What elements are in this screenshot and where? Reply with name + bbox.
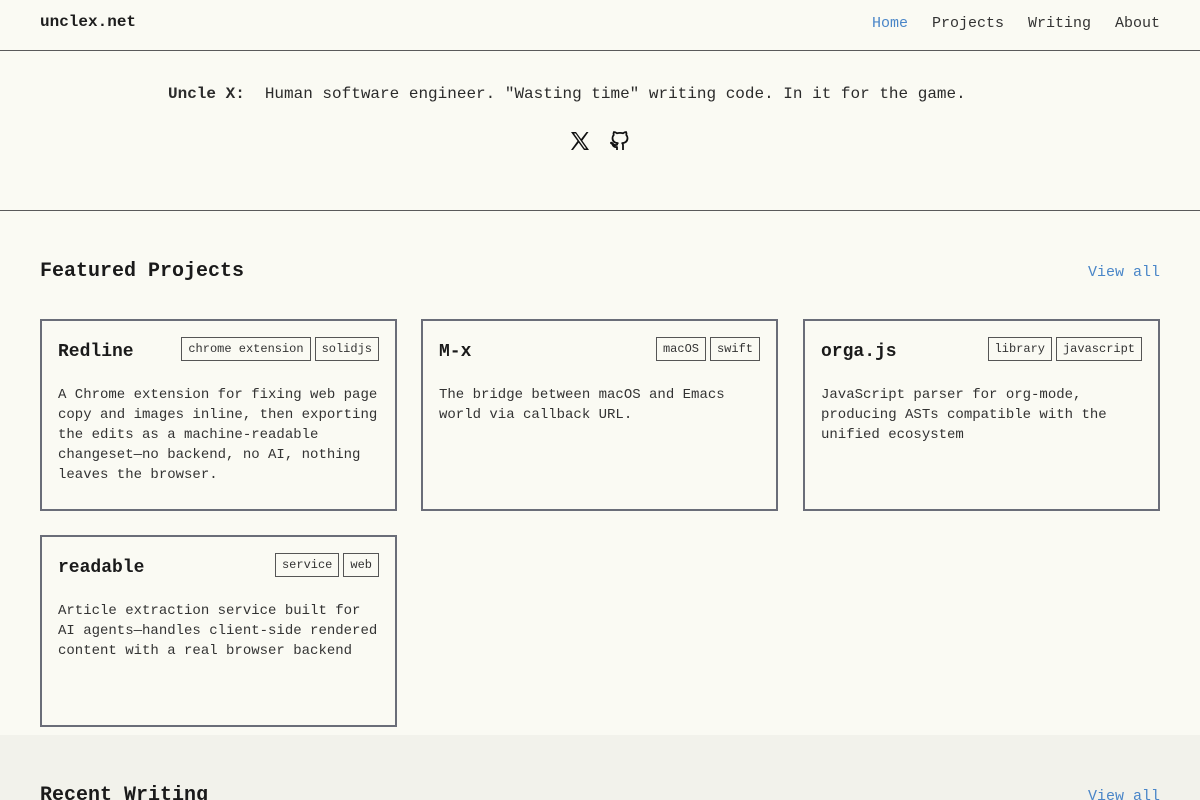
project-tag: solidjs xyxy=(314,337,379,361)
project-card-redline[interactable]: Redline chrome extension solidjs A Chrom… xyxy=(40,319,397,511)
author-bio: Human software engineer. "Wasting time" … xyxy=(264,85,966,103)
view-all-writing-link[interactable]: View all xyxy=(1088,788,1160,800)
project-tag: library xyxy=(987,337,1052,361)
hero-tagline: Uncle X: Human software engineer. "Wastin… xyxy=(168,85,966,103)
nav-projects[interactable]: Projects xyxy=(932,15,1004,32)
project-tag: swift xyxy=(709,337,760,361)
hero-section: Uncle X: Human software engineer. "Wastin… xyxy=(0,51,1200,211)
site-header: unclex.net Home Projects Writing About xyxy=(0,0,1200,51)
nav-about[interactable]: About xyxy=(1115,15,1160,32)
author-name: Uncle X: xyxy=(168,85,245,103)
project-description: JavaScript parser for org-mode, producin… xyxy=(821,387,1107,443)
github-icon[interactable] xyxy=(608,129,632,153)
project-tags: service web xyxy=(274,553,379,577)
project-description: A Chrome extension for fixing web page c… xyxy=(58,387,378,483)
nav-writing[interactable]: Writing xyxy=(1028,15,1091,32)
nav-home[interactable]: Home xyxy=(872,15,908,32)
main-nav: Home Projects Writing About xyxy=(872,15,1160,32)
project-card-m-x[interactable]: M-x macOS swift The bridge between macOS… xyxy=(421,319,778,511)
project-title[interactable]: orga.js xyxy=(821,337,897,362)
x-twitter-icon[interactable] xyxy=(568,129,592,153)
recent-writing-heading: Recent Writing xyxy=(40,784,209,800)
project-tag: javascript xyxy=(1055,337,1142,361)
recent-writing-section: Recent Writing View all xyxy=(0,735,1200,800)
site-logo[interactable]: unclex.net xyxy=(40,13,136,31)
project-title[interactable]: M-x xyxy=(439,337,471,362)
featured-projects-heading: Featured Projects xyxy=(40,260,245,283)
project-tags: macOS swift xyxy=(655,337,760,361)
project-tag: web xyxy=(343,553,379,577)
project-card-readable[interactable]: readable service web Article extraction … xyxy=(40,535,397,727)
view-all-projects-link[interactable]: View all xyxy=(1088,264,1160,281)
project-tag: chrome extension xyxy=(181,337,311,361)
project-card-orga-js[interactable]: orga.js library javascript JavaScript pa… xyxy=(803,319,1160,511)
project-tag: macOS xyxy=(655,337,706,361)
project-tags: chrome extension solidjs xyxy=(181,337,379,361)
social-links xyxy=(568,129,632,153)
project-title[interactable]: Redline xyxy=(58,337,134,362)
project-tag: service xyxy=(274,553,340,577)
project-title[interactable]: readable xyxy=(58,553,144,578)
project-description: Article extraction service built for AI … xyxy=(58,603,378,659)
project-tags: library javascript xyxy=(987,337,1142,361)
project-description: The bridge between macOS and Emacs world… xyxy=(439,387,725,423)
